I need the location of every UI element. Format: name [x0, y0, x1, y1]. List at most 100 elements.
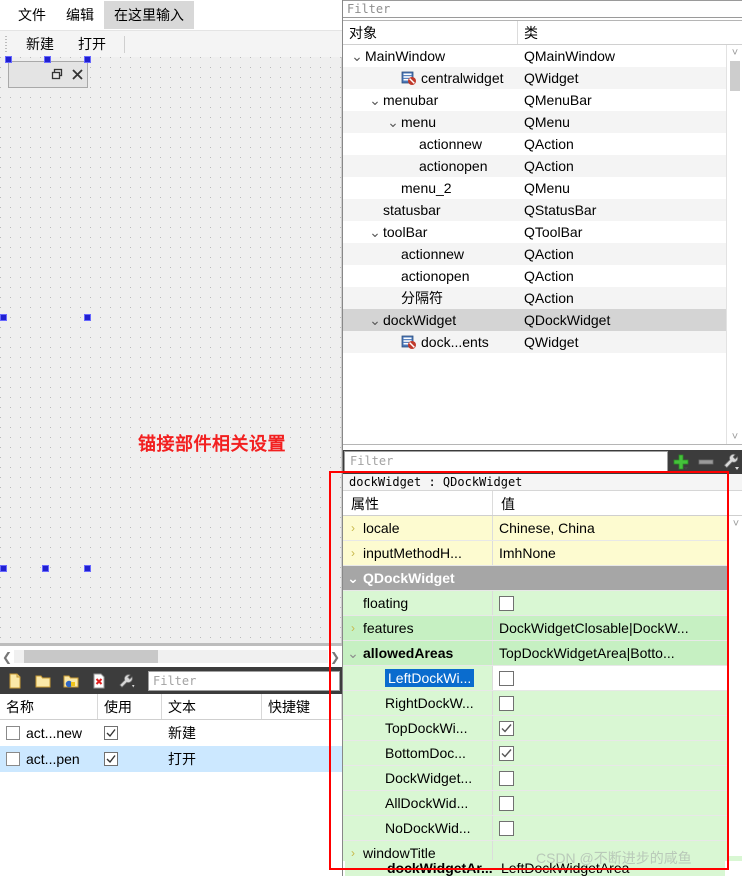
property-editor-toolbar[interactable]: Filter	[343, 450, 742, 474]
object-name-cell[interactable]: actionopen	[343, 155, 518, 177]
action-used-cell[interactable]	[98, 746, 162, 772]
chevron-down-icon[interactable]: ⌄	[367, 225, 383, 239]
table-row[interactable]: act...new 新建	[0, 720, 342, 746]
scroll-thumb[interactable]	[730, 61, 740, 91]
column-header-class[interactable]: 类	[518, 21, 742, 44]
chevron-down-icon[interactable]: ⌄	[367, 93, 383, 107]
property-key-cell[interactable]: LeftDockWi...	[343, 666, 493, 690]
property-filter-input[interactable]: Filter	[344, 451, 668, 473]
property-key-cell[interactable]: AllDockWid...	[343, 791, 493, 815]
scroll-up-icon[interactable]: ˅	[728, 516, 742, 532]
toolbar-action-open[interactable]: 打开	[66, 32, 118, 56]
form-canvas[interactable]: 锚接部件相关设置	[0, 56, 342, 646]
selection-handle-tm[interactable]	[44, 56, 51, 63]
selection-handle-mr[interactable]	[84, 314, 91, 321]
checkbox-checked-icon[interactable]	[499, 720, 514, 736]
menubar-item-edit[interactable]: 编辑	[56, 1, 104, 29]
checkbox-unchecked-icon[interactable]	[499, 795, 514, 811]
action-used-cell[interactable]	[98, 720, 162, 746]
property-key-cell[interactable]: › inputMethodH...	[343, 541, 493, 565]
object-tree-row[interactable]: 分隔符 QAction	[343, 287, 742, 309]
scroll-up-icon[interactable]: ˅	[727, 45, 742, 61]
property-value-cell[interactable]	[493, 766, 742, 790]
menubar-item-file[interactable]: 文件	[8, 1, 56, 29]
form-toolbar[interactable]: 新建 打开	[0, 30, 342, 57]
object-tree-row[interactable]: actionopen QAction	[343, 155, 742, 177]
action-filter-input[interactable]: Filter	[148, 670, 340, 691]
object-inspector-filter-input[interactable]: Filter	[343, 0, 742, 18]
object-name-cell[interactable]: actionopen	[343, 265, 518, 287]
object-tree-scrollbar[interactable]: ˅ ˅	[726, 45, 742, 444]
column-header-shortcut[interactable]: 快捷键	[262, 694, 342, 719]
object-name-cell[interactable]: 分隔符	[343, 287, 518, 309]
object-name-cell[interactable]: menu_2	[343, 177, 518, 199]
object-inspector-tree[interactable]: 对象 类 ⌄ MainWindow QMainWindow centralwidget…	[343, 20, 742, 445]
column-header-property[interactable]: 属性	[343, 491, 493, 515]
selection-handle-tr[interactable]	[84, 56, 91, 63]
property-value-cell[interactable]: Chinese, China	[493, 516, 742, 540]
column-header-object[interactable]: 对象	[343, 21, 518, 44]
action-shortcut-cell[interactable]	[262, 720, 342, 746]
property-row[interactable]: › locale Chinese, China	[343, 516, 742, 541]
object-tree-row[interactable]: actionopen QAction	[343, 265, 742, 287]
horizontal-scrollbar-top[interactable]: ❮ ❯	[0, 646, 342, 667]
property-value-cell[interactable]: TopDockWidgetArea|Botto...	[493, 641, 742, 665]
selection-handle-tl[interactable]	[5, 56, 12, 63]
property-key-cell[interactable]: ⌄ QDockWidget	[343, 566, 493, 590]
object-name-cell[interactable]: ⌄ toolBar	[343, 221, 518, 243]
column-header-name[interactable]: 名称	[0, 694, 98, 719]
object-tree-row[interactable]: ⌄ menu QMenu	[343, 111, 742, 133]
chevron-down-icon[interactable]: ⌄	[367, 313, 383, 327]
selection-handle-bm[interactable]	[42, 565, 49, 572]
toolbar-action-new[interactable]: 新建	[14, 32, 66, 56]
action-shortcut-cell[interactable]	[262, 746, 342, 772]
checkbox-unchecked-icon[interactable]	[499, 695, 514, 711]
action-checkbox-icon[interactable]	[6, 752, 20, 766]
property-row[interactable]: ⌄ QDockWidget	[343, 566, 742, 591]
property-row[interactable]: RightDockW...	[343, 691, 742, 716]
property-row[interactable]: › inputMethodH... ImhNone	[343, 541, 742, 566]
object-tree-row[interactable]: menu_2 QMenu	[343, 177, 742, 199]
delete-action-icon[interactable]	[86, 669, 112, 693]
property-key-cell[interactable]: DockWidget...	[343, 766, 493, 790]
selection-handle-bl[interactable]	[0, 565, 7, 572]
property-key-cell[interactable]: NoDockWid...	[343, 816, 493, 840]
new-action-from-folder-icon[interactable]	[30, 669, 56, 693]
column-header-used[interactable]: 使用	[98, 694, 162, 719]
action-text-cell[interactable]: 打开	[162, 746, 262, 772]
scroll-track[interactable]	[14, 650, 328, 663]
property-row[interactable]: TopDockWi...	[343, 716, 742, 741]
object-name-cell[interactable]: ⌄ dockWidget	[343, 309, 518, 331]
scroll-left-icon[interactable]: ❮	[0, 650, 14, 664]
property-key-cell[interactable]: › features	[343, 616, 493, 640]
property-key-cell[interactable]: floating	[343, 591, 493, 615]
property-row[interactable]: › features DockWidgetClosable|DockW...	[343, 616, 742, 641]
action-editor-toolbar[interactable]: Filter	[0, 667, 342, 694]
form-menubar[interactable]: 文件 编辑 在这里输入	[0, 0, 342, 30]
selection-handle-ml[interactable]	[0, 314, 7, 321]
property-value-cell[interactable]	[493, 666, 742, 690]
used-checked-icon[interactable]	[104, 726, 118, 740]
checkbox-unchecked-icon[interactable]	[499, 820, 514, 836]
object-name-cell[interactable]: actionnew	[343, 133, 518, 155]
new-action-icon[interactable]	[2, 669, 28, 693]
menubar-item-type-here[interactable]: 在这里输入	[104, 1, 194, 29]
property-value-cell[interactable]: ImhNone	[493, 541, 742, 565]
property-row[interactable]: NoDockWid...	[343, 816, 742, 841]
object-tree-row[interactable]: centralwidget QWidget	[343, 67, 742, 89]
property-row[interactable]: AllDockWid...	[343, 791, 742, 816]
dock-float-icon[interactable]	[47, 65, 67, 85]
checkbox-unchecked-icon[interactable]	[499, 595, 514, 611]
property-value-cell[interactable]: DockWidgetClosable|DockW...	[493, 616, 742, 640]
property-key-cell[interactable]: RightDockW...	[343, 691, 493, 715]
configure-button[interactable]	[718, 450, 742, 474]
object-tree-row[interactable]: dock...ents QWidget	[343, 331, 742, 353]
object-tree-row[interactable]: actionnew QAction	[343, 243, 742, 265]
chevron-right-icon[interactable]: ›	[343, 621, 363, 635]
add-property-button[interactable]	[668, 450, 693, 474]
object-tree-row[interactable]: ⌄ toolBar QToolBar	[343, 221, 742, 243]
property-value-cell[interactable]	[493, 816, 742, 840]
action-text-cell[interactable]: 新建	[162, 720, 262, 746]
object-name-cell[interactable]: ⌄ menu	[343, 111, 518, 133]
column-header-value[interactable]: 值	[493, 491, 742, 515]
